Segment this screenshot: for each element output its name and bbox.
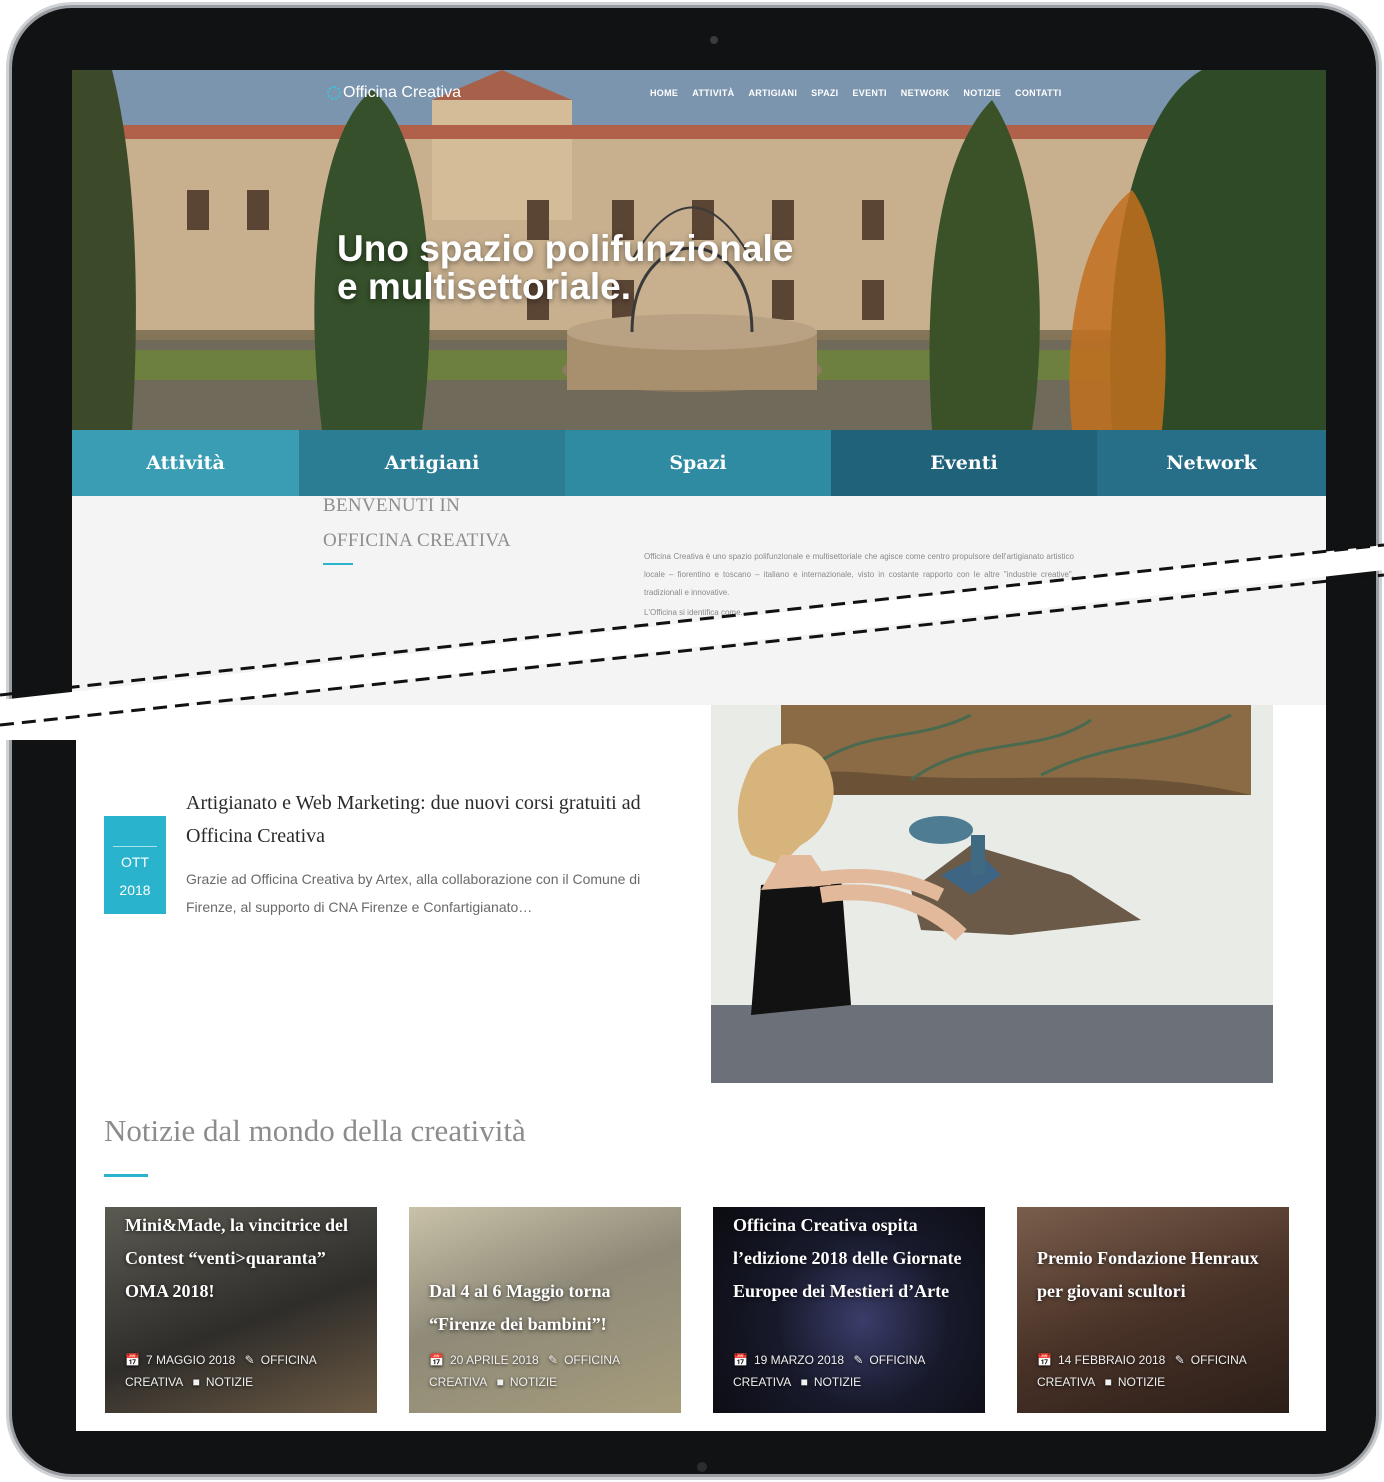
- calendar-icon: 📅: [429, 1353, 444, 1367]
- news-card[interactable]: Officina Creativa ospita l’edizione 2018…: [713, 1207, 985, 1413]
- category-spazi[interactable]: Spazi: [565, 430, 831, 496]
- news-card[interactable]: Premio Fondazione Henraux per giovani sc…: [1017, 1207, 1289, 1413]
- top-navigation: HOME ATTIVITÀ ARTIGIANI SPAZI EVENTI NET…: [650, 88, 1062, 98]
- news-card-meta: 📅 14 FEBBRAIO 2018 ✎ OFFICINA CREATIVA ■ NO…: [1037, 1353, 1247, 1389]
- camera-dot: [710, 36, 718, 44]
- category-bar: Attività Artigiani Spazi Eventi Network: [72, 430, 1326, 496]
- pencil-icon: ✎: [1174, 1353, 1185, 1367]
- logo-text: Officina Creativa: [343, 84, 461, 101]
- nav-spazi[interactable]: SPAZI: [811, 88, 838, 98]
- news-card-title: Premio Fondazione Henraux per giovani sc…: [1037, 1248, 1259, 1301]
- nav-contatti[interactable]: CONTATTI: [1015, 88, 1062, 98]
- artist-photo: [711, 705, 1273, 1083]
- news-card[interactable]: Mini&Made, la vincitrice del Contest “ve…: [105, 1207, 377, 1413]
- news-card[interactable]: Dal 4 al 6 Maggio torna “Firenze dei bam…: [409, 1207, 681, 1413]
- news-section-title: Notizie dal mondo della creatività: [104, 1113, 526, 1148]
- hero-title-line1: Uno spazio polifunzionale: [337, 228, 794, 269]
- logo-icon: [327, 86, 341, 100]
- home-button[interactable]: [697, 1462, 707, 1472]
- nav-notizie[interactable]: NOTIZIE: [963, 88, 1001, 98]
- nav-attivita[interactable]: ATTIVITÀ: [692, 88, 734, 98]
- nav-eventi[interactable]: EVENTI: [852, 88, 886, 98]
- article-title[interactable]: Artigianato e Web Marketing: due nuovi c…: [186, 787, 676, 853]
- pencil-icon: ✎: [548, 1353, 559, 1367]
- page-break-lines: [0, 543, 1384, 740]
- pencil-icon: ✎: [853, 1353, 864, 1367]
- news-card-meta: 📅 20 APRILE 2018 ✎ OFFICINA CREATIVA ■ NOTI…: [429, 1353, 620, 1389]
- nav-home[interactable]: HOME: [650, 88, 678, 98]
- article-excerpt: Grazie ad Officina Creativa by Artex, al…: [186, 871, 641, 915]
- site-logo[interactable]: Officina Creativa: [327, 84, 461, 102]
- folder-icon: ■: [1104, 1375, 1112, 1389]
- news-card-meta: 📅 7 MAGGIO 2018 ✎ OFFICINA CREATIVA ■ NOTIZ…: [125, 1353, 317, 1389]
- news-card-title: Mini&Made, la vincitrice del Contest “ve…: [125, 1215, 348, 1301]
- calendar-icon: 📅: [733, 1353, 748, 1367]
- category-network[interactable]: Network: [1097, 430, 1326, 496]
- folder-icon: ■: [800, 1375, 808, 1389]
- nav-artigiani[interactable]: ARTIGIANI: [748, 88, 797, 98]
- hero-banner: Officina Creativa HOME ATTIVITÀ ARTIGIAN…: [72, 70, 1326, 430]
- hero-title-line2: e multisettoriale.: [337, 266, 632, 307]
- category-artigiani[interactable]: Artigiani: [299, 430, 565, 496]
- folder-icon: ■: [192, 1375, 200, 1389]
- website-bottom: OTT 2018 Artigianato e Web Marketing: du…: [76, 705, 1326, 1431]
- folder-icon: ■: [496, 1375, 504, 1389]
- calendar-icon: 📅: [1037, 1353, 1052, 1367]
- news-accent-line: [104, 1174, 148, 1177]
- article-date-badge: OTT 2018: [104, 816, 166, 914]
- article-date-month: OTT: [121, 854, 149, 870]
- article-date-year: 2018: [119, 882, 151, 898]
- news-card-title: Dal 4 al 6 Maggio torna “Firenze dei bam…: [429, 1281, 611, 1334]
- category-eventi[interactable]: Eventi: [831, 430, 1097, 496]
- news-card-title: Officina Creativa ospita l’edizione 2018…: [733, 1215, 962, 1301]
- hero-title: Uno spazio polifunzionale e multisettori…: [337, 230, 793, 306]
- pencil-icon: ✎: [244, 1353, 255, 1367]
- article-image[interactable]: [711, 705, 1273, 1083]
- calendar-icon: 📅: [125, 1353, 140, 1367]
- nav-network[interactable]: NETWORK: [901, 88, 950, 98]
- news-card-meta: 📅 19 MARZO 2018 ✎ OFFICINA CREATIVA ■ NOTIZ…: [733, 1353, 925, 1389]
- category-attivita[interactable]: Attività: [72, 430, 299, 496]
